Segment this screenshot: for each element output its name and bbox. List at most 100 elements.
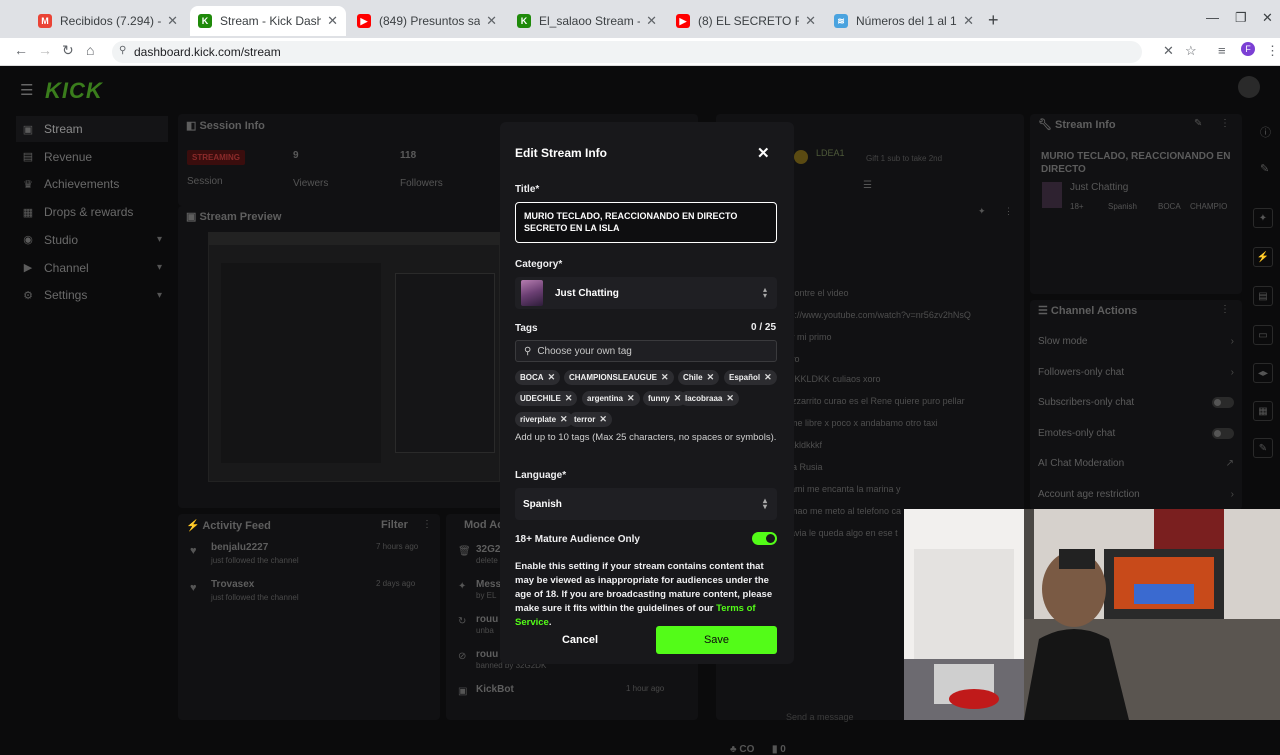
browser-tab[interactable]: M Recibidos (7.294) - fabianampu✕ [30,6,186,36]
url-field[interactable]: ⚲ dashboard.kick.com/stream [112,41,1142,63]
remove-tag-icon[interactable]: ✕ [565,393,573,404]
profile-avatar[interactable]: F [1241,42,1255,56]
remove-tag-icon[interactable]: ✕ [764,372,772,383]
sliders-icon: ☰ [1038,305,1051,317]
chat-filter-icon[interactable]: ☰ [863,180,872,191]
rail-icon-6[interactable]: ▦ [1253,401,1273,421]
remove-tag-icon[interactable]: ✕ [627,393,635,404]
save-button[interactable]: Save [656,626,777,654]
sidebar-item-revenue[interactable]: ▤ Revenue [16,144,168,170]
sidebar-item-studio[interactable]: ◉ Studio ▾ [16,227,168,253]
title-input[interactable] [515,202,777,243]
sidebar-item-stream[interactable]: ▣ Stream [16,116,168,142]
sidebar-item-channel[interactable]: ▶ Channel ▾ [16,255,168,281]
sidebar-item-settings[interactable]: ⚙ Settings ▾ [16,282,168,308]
tags-help-text: Add up to 10 tags (Max 25 characters, no… [515,432,777,443]
pin-icon[interactable]: ✦ [978,206,986,217]
forward-icon[interactable]: → [38,42,52,58]
sidebar-item-label: Settings [44,288,88,303]
channel-action-emotes-only-chat[interactable]: Emotes-only chat [1038,427,1234,439]
channel-icon: ▶ [23,262,33,274]
filter-button[interactable]: Filter [381,519,408,531]
activity-username[interactable]: Trovasex [211,579,254,590]
new-tab-button[interactable]: + [988,10,999,31]
sidebar-item-achievements[interactable]: ♛ Achievements [16,171,168,197]
tag-chip: BOCA ✕ [515,370,561,385]
rail-icon-3[interactable]: ▤ [1253,286,1273,306]
browser-tab[interactable]: ▶ (8) EL SECRETO FINAL Cap✕ [668,6,824,36]
mod-action-user[interactable]: KickBot [476,684,514,695]
category-select[interactable]: Just Chatting ▴ ▾ [515,277,777,309]
tab-close-icon[interactable]: ✕ [799,13,816,29]
sidebar-item-drops-rewards[interactable]: ▦ Drops & rewards [16,199,168,225]
remove-tag-icon[interactable]: ✕ [661,372,669,383]
rail-pencil-icon[interactable]: ✎ [1260,162,1269,175]
remove-tag-icon[interactable]: ✕ [726,393,734,404]
language-select[interactable]: Spanish ▴ ▾ [515,488,777,520]
maximize-icon[interactable]: ❐ [1235,10,1247,26]
mature-toggle[interactable] [752,532,777,545]
chat-input[interactable]: Send a message [786,712,854,722]
remove-tag-icon[interactable]: ✕ [548,372,556,383]
browser-tab[interactable]: K Stream - Kick Dashboard✕ [190,6,346,36]
mod-actions-title: Mod Ac [464,519,504,531]
mod-action-user[interactable]: rouu [476,649,498,660]
user-avatar[interactable] [1238,76,1260,98]
remove-tag-icon[interactable]: ✕ [707,372,715,383]
activity-username[interactable]: benjalu2227 [211,542,268,553]
tab-close-icon[interactable]: ✕ [161,13,178,29]
browser-tab[interactable]: K El_salaoo Stream - Watch Live c✕ [509,6,665,36]
rail-icon-7[interactable]: ✎ [1253,438,1273,458]
rail-icon-2[interactable]: ⚡ [1253,247,1273,267]
bookmark-star-icon[interactable]: ☆ [1185,43,1197,59]
channel-actions-more-icon[interactable]: ⋮ [1220,304,1230,315]
chevron-right-icon: › [1230,336,1234,347]
mute-icon[interactable]: ✕ [1163,43,1174,59]
browser-tab[interactable]: ▶ (849) Presuntos saqueadores s✕ [349,6,505,36]
tab-close-icon[interactable]: ✕ [480,13,497,29]
home-icon[interactable]: ⌂ [86,42,94,58]
close-window-icon[interactable]: ✕ [1262,10,1273,26]
rail-icon-4[interactable]: ▭ [1253,325,1273,345]
back-icon[interactable]: ← [14,42,28,58]
tab-close-icon[interactable]: ✕ [640,13,657,29]
browser-tab[interactable]: ≋ Números del 1 al 100 con pron✕ [826,6,982,36]
edit-stream-info-modal: Edit Stream Info ✕ Title* Category* Just… [500,122,794,664]
toggle-switch[interactable] [1212,397,1234,408]
reading-list-icon[interactable]: ≡ [1218,43,1226,58]
activity-description: just followed the channel [211,556,299,565]
mod-action-user[interactable]: 32G2 [476,544,500,555]
tab-close-icon[interactable]: ✕ [957,13,974,29]
channel-action-ai-chat-moderation[interactable]: AI Chat Moderation ↗ [1038,458,1234,469]
mod-action-user[interactable]: rouu [476,614,498,625]
mod-action-user[interactable]: Mess [476,579,501,590]
site-info-icon[interactable]: ⚲ [119,45,126,56]
tab-close-icon[interactable]: ✕ [321,13,338,29]
kick-logo[interactable]: KICK [45,78,103,104]
close-icon[interactable]: ✕ [757,144,770,162]
minimize-icon[interactable]: — [1206,10,1219,25]
pin-icon: ✦ [458,581,467,592]
mod-action-desc: unba [476,626,494,635]
stream-info-more-icon[interactable]: ⋮ [1220,118,1230,129]
channel-action-followers-only-chat[interactable]: Followers-only chat › [1038,367,1234,378]
menu-dots-icon[interactable]: ⋮ [1266,43,1279,59]
rail-icon-5[interactable]: ◂▸ [1253,363,1273,383]
rail-icon-1[interactable]: ✦ [1253,208,1273,228]
preview-video[interactable] [208,232,501,482]
tag-search-field[interactable]: ⚲ [515,340,777,362]
remove-tag-icon[interactable]: ✕ [599,414,607,425]
channel-action-subscribers-only-chat[interactable]: Subscribers-only chat [1038,397,1234,408]
remove-tag-icon[interactable]: ✕ [560,414,568,425]
channel-action-slow-mode[interactable]: Slow mode › [1038,336,1234,347]
reload-icon[interactable]: ↻ [62,42,74,59]
channel-action-account-age-restriction[interactable]: Account age restriction › [1038,489,1234,500]
cancel-button[interactable]: Cancel [515,626,645,654]
tag-input[interactable] [537,345,758,357]
toggle-switch[interactable] [1212,427,1234,439]
more-icon[interactable]: ⋮ [422,519,432,530]
chat-more-icon[interactable]: ⋮ [1004,206,1013,217]
edit-pencil-icon[interactable]: ✎ [1194,118,1202,129]
help-icon[interactable]: ⓘ [1260,124,1271,140]
hamburger-icon[interactable]: ☰ [20,81,33,99]
